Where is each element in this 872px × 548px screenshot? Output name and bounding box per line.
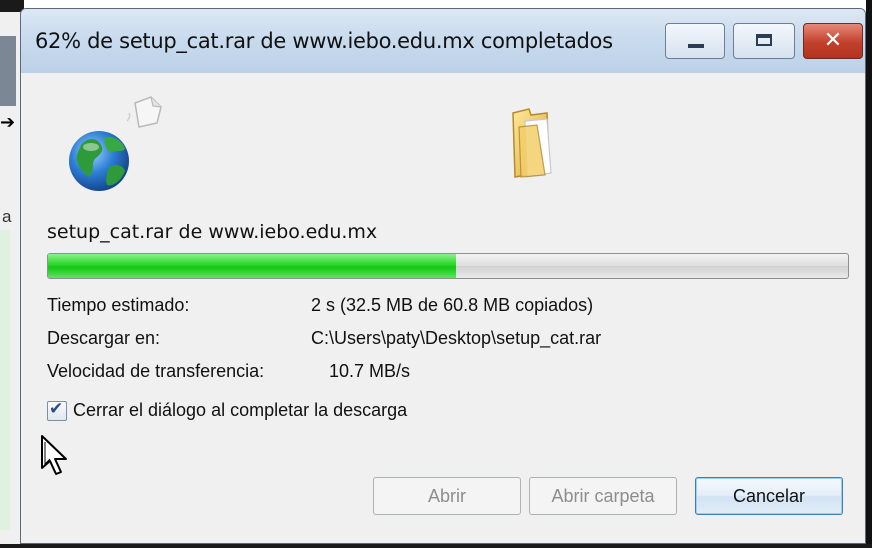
pointer-cursor-icon [41,435,67,475]
document-icon [127,96,162,128]
close-on-complete-label[interactable]: Cerrar el diálogo al completar la descar… [73,400,407,421]
minimize-icon [688,44,704,48]
close-icon: ✕ [823,28,843,53]
file-source-label: setup_cat.rar de www.iebo.edu.mx [47,221,378,243]
destination-icon-group [507,107,567,179]
open-folder-button[interactable]: Abrir carpeta [529,477,677,515]
source-icon-group [65,93,175,193]
maximize-button[interactable] [733,23,795,59]
minimize-button[interactable] [665,23,725,59]
transfer-rate-label: Velocidad de transferencia: [47,361,265,381]
maximize-icon [756,34,772,46]
download-to-value: C:\Users\paty\Desktop\setup_cat.rar [311,328,602,348]
window-title: 62% de setup_cat.rar de www.iebo.edu.mx … [35,29,613,53]
download-progress-fill [48,254,456,278]
estimated-time-value: 2 s (32.5 MB de 60.8 MB copiados) [311,295,594,315]
background-edge-bottom [0,544,872,548]
close-button[interactable]: ✕ [803,23,863,59]
arrow-icon: ➔ [0,112,16,133]
background-panel [0,230,10,530]
transfer-rate-value: 10.7 MB/s [329,361,411,381]
background-scrollbar [0,36,16,106]
estimated-time-label: Tiempo estimado: [47,295,190,315]
open-button[interactable]: Abrir [373,477,521,515]
download-to-label: Descargar en: [47,328,161,348]
close-on-complete-checkbox[interactable]: ✔ [47,399,67,421]
title-bar[interactable]: 62% de setup_cat.rar de www.iebo.edu.mx … [21,9,865,73]
download-progress-bar [47,253,849,279]
dialog-body: setup_cat.rar de www.iebo.edu.mx Tiempo … [21,73,865,543]
cancel-button[interactable]: Cancelar [695,477,843,515]
background-edge [866,0,872,548]
download-dialog: 62% de setup_cat.rar de www.iebo.edu.mx … [20,8,866,544]
folder-icon [512,108,552,178]
background-text-fragment: a [2,207,12,226]
checkmark-icon: ✔ [49,399,64,419]
